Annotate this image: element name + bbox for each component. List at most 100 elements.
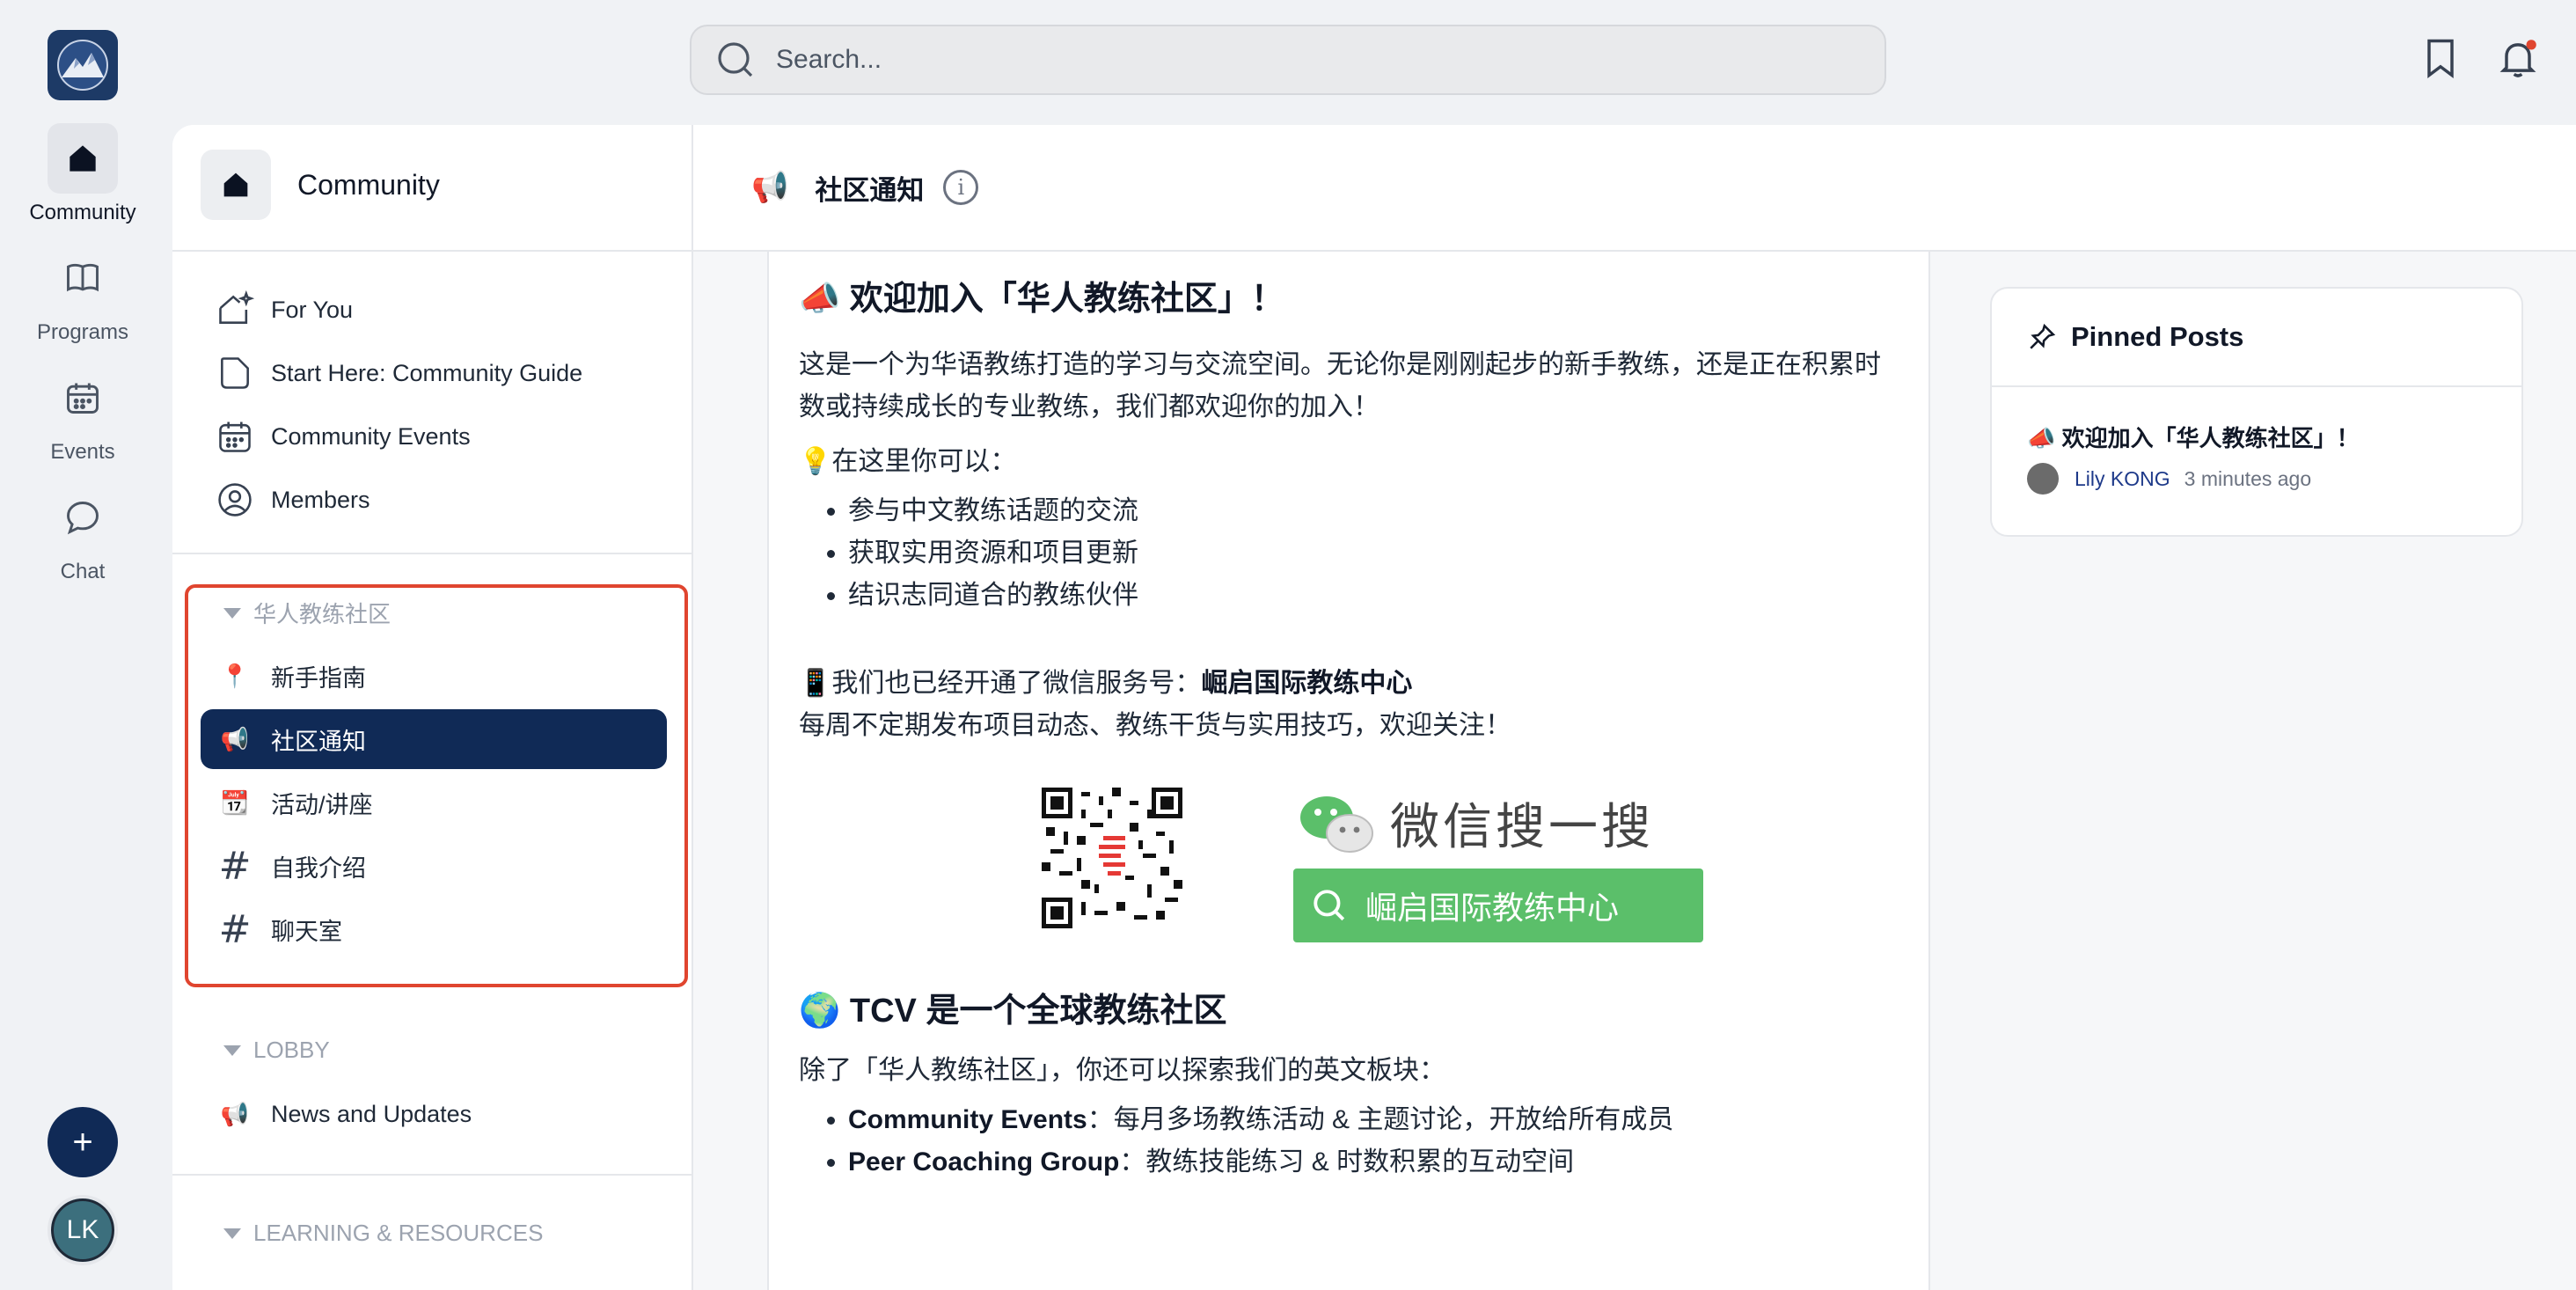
post-can-do: 💡在这里你可以： <box>799 447 1017 477</box>
pinned-title: Pinned Posts <box>2071 321 2244 352</box>
nav-label: Community Events <box>271 422 471 450</box>
notification-bell-icon[interactable] <box>2495 35 2541 81</box>
avatar[interactable] <box>2027 463 2059 495</box>
wechat-search-label: 微信搜一搜 <box>1390 799 1654 855</box>
wechat-logo: 微信搜一搜 <box>1299 788 1654 859</box>
channel-chat-room[interactable]: # 聊天室 <box>201 899 667 959</box>
wechat-search-box: 崛启国际教练中心 <box>1293 869 1703 943</box>
list-item: 获取实用资源和项目更新 <box>848 532 1899 575</box>
list-item: Peer Coaching Group：教练技能练习 & 时数积累的互动空间 <box>848 1141 1899 1184</box>
divider <box>172 1174 693 1176</box>
rail-item-community[interactable]: Community <box>0 123 165 225</box>
divider <box>172 250 693 252</box>
sidebar-title: Community <box>297 168 440 201</box>
channel-label: 活动/讲座 <box>271 791 373 818</box>
megaphone-icon: 📢 <box>220 1101 250 1127</box>
add-button[interactable]: + <box>48 1107 118 1177</box>
post-intro: 这是一个为华语教练打造的学习与交流空间。无论你是刚刚起步的新手教练，还是正在积累… <box>799 350 1881 422</box>
section-label: 华人教练社区 <box>253 601 392 627</box>
list-item: 参与中文教练话题的交流 <box>848 490 1899 532</box>
calendar-icon <box>215 416 255 457</box>
wechat-icon <box>1300 795 1373 853</box>
megaphone-icon: 📢 <box>220 726 250 752</box>
author-name[interactable]: Lily KONG <box>2075 467 2170 491</box>
rail-item-programs[interactable]: Programs <box>0 243 165 345</box>
hashtag-icon: # <box>218 843 252 889</box>
post-wechat-line: 📱我们也已经开通了微信服务号：崛启国际教练中心 <box>799 669 1413 699</box>
nav-members[interactable]: Members <box>201 470 667 530</box>
pinned-post-meta: Lily KONG 3 minutes ago <box>2027 463 2311 495</box>
post-time: 3 minutes ago <box>2184 466 2312 490</box>
pin-icon <box>2030 323 2056 349</box>
rail-label: Community <box>29 201 136 224</box>
rail-item-chat[interactable]: Chat <box>0 482 165 584</box>
post-heading-welcome: 📣 欢迎加入「华人教练社区」！ <box>799 281 1284 318</box>
home-icon <box>48 123 118 194</box>
channel-self-intro[interactable]: # 自我介绍 <box>201 836 667 896</box>
app-rail: Community Programs Events Chat + LK <box>0 0 165 1290</box>
main-card: Community For You Start Here: Community … <box>172 125 2576 1290</box>
chevron-down-icon <box>223 1228 241 1239</box>
chevron-down-icon <box>223 607 241 619</box>
channel-community-notice[interactable]: 📢 社区通知 <box>201 709 667 769</box>
megaphone-icon: 📢 <box>751 171 789 204</box>
community-sidebar: Community For You Start Here: Community … <box>172 125 693 1290</box>
section-label: LOBBY <box>253 1037 330 1063</box>
nav-start-here[interactable]: Start Here: Community Guide <box>201 343 667 403</box>
post-english-intro: 除了「华人教练社区」，你还可以探索我们的英文板块： <box>799 1055 1445 1085</box>
bookmark-icon[interactable] <box>2418 35 2463 81</box>
rail-label: Chat <box>60 560 106 583</box>
section-label: LEARNING & RESOURCES <box>253 1220 544 1246</box>
divider <box>172 553 693 554</box>
search-input[interactable]: Search... <box>776 45 882 75</box>
home-icon <box>201 150 271 220</box>
post-heading-tcv: 🌍 TCV 是一个全球教练社区 <box>799 993 1227 1030</box>
chevron-down-icon <box>223 1044 241 1056</box>
nav-for-you[interactable]: For You <box>201 280 667 340</box>
qr-code-image <box>1042 788 1182 929</box>
post-weekly: 每周不定期发布项目动态、教练干货与实用技巧，欢迎关注！ <box>799 711 1511 741</box>
channel-title: 社区通知 <box>815 174 925 206</box>
channel-label: 新手指南 <box>271 664 366 692</box>
sparkle-home-icon <box>215 290 255 330</box>
channel-label: 聊天室 <box>271 918 342 945</box>
channel-label: 社区通知 <box>271 728 366 755</box>
app-logo[interactable] <box>48 30 118 100</box>
post-body: 📣 欢迎加入「华人教练社区」！ 这是一个为华语教练打造的学习与交流空间。无论你是… <box>767 252 1930 1290</box>
info-icon[interactable]: i <box>943 170 979 205</box>
search-bar[interactable]: Search... <box>690 25 1886 95</box>
calendar-icon <box>48 363 118 433</box>
section-header-learning[interactable]: LEARNING & RESOURCES <box>223 1220 543 1247</box>
pin-icon: 📍 <box>220 663 250 689</box>
channel-label: 自我介绍 <box>271 854 366 882</box>
list-item: Community Events：每月多场教练活动 & 主题讨论，开放给所有成员 <box>848 1099 1899 1141</box>
channel-newbie-guide[interactable]: 📍 新手指南 <box>201 646 667 706</box>
chat-icon <box>48 482 118 553</box>
channel-label: News and Updates <box>271 1100 472 1127</box>
wechat-search-query: 崛启国际教练中心 <box>1365 890 1620 927</box>
list-item: 结识志同道合的教练伙伴 <box>848 575 1899 617</box>
rail-item-events[interactable]: Events <box>0 363 165 465</box>
channel-news-updates[interactable]: 📢 News and Updates <box>201 1084 667 1144</box>
sidebar-header[interactable]: Community <box>201 150 440 220</box>
megaphone-emoji-icon: 📣 <box>799 281 841 318</box>
avatar[interactable]: LK <box>48 1195 118 1265</box>
rail-label: Programs <box>36 320 129 344</box>
nav-community-events[interactable]: Community Events <box>201 407 667 466</box>
rail-label: Events <box>50 440 115 464</box>
section-header-lobby[interactable]: LOBBY <box>223 1037 330 1064</box>
search-icon <box>718 42 753 77</box>
globe-emoji-icon: 🌍 <box>799 993 841 1030</box>
nav-label: For You <box>271 296 354 323</box>
book-icon <box>48 243 118 313</box>
search-icon <box>1314 890 1345 921</box>
hashtag-icon: # <box>218 906 252 952</box>
channel-events-talks[interactable]: 📆 活动/讲座 <box>201 773 667 832</box>
calendar-emoji-icon: 📆 <box>220 789 250 816</box>
pinned-post-link[interactable]: 📣 欢迎加入「华人教练社区」！ <box>2027 421 2360 453</box>
pinned-header: Pinned Posts <box>1992 289 2521 387</box>
section-header-chinese-community[interactable]: 华人教练社区 <box>223 597 391 629</box>
nav-label: Start Here: Community Guide <box>271 359 583 386</box>
page-icon <box>215 353 255 393</box>
person-icon <box>215 480 255 520</box>
